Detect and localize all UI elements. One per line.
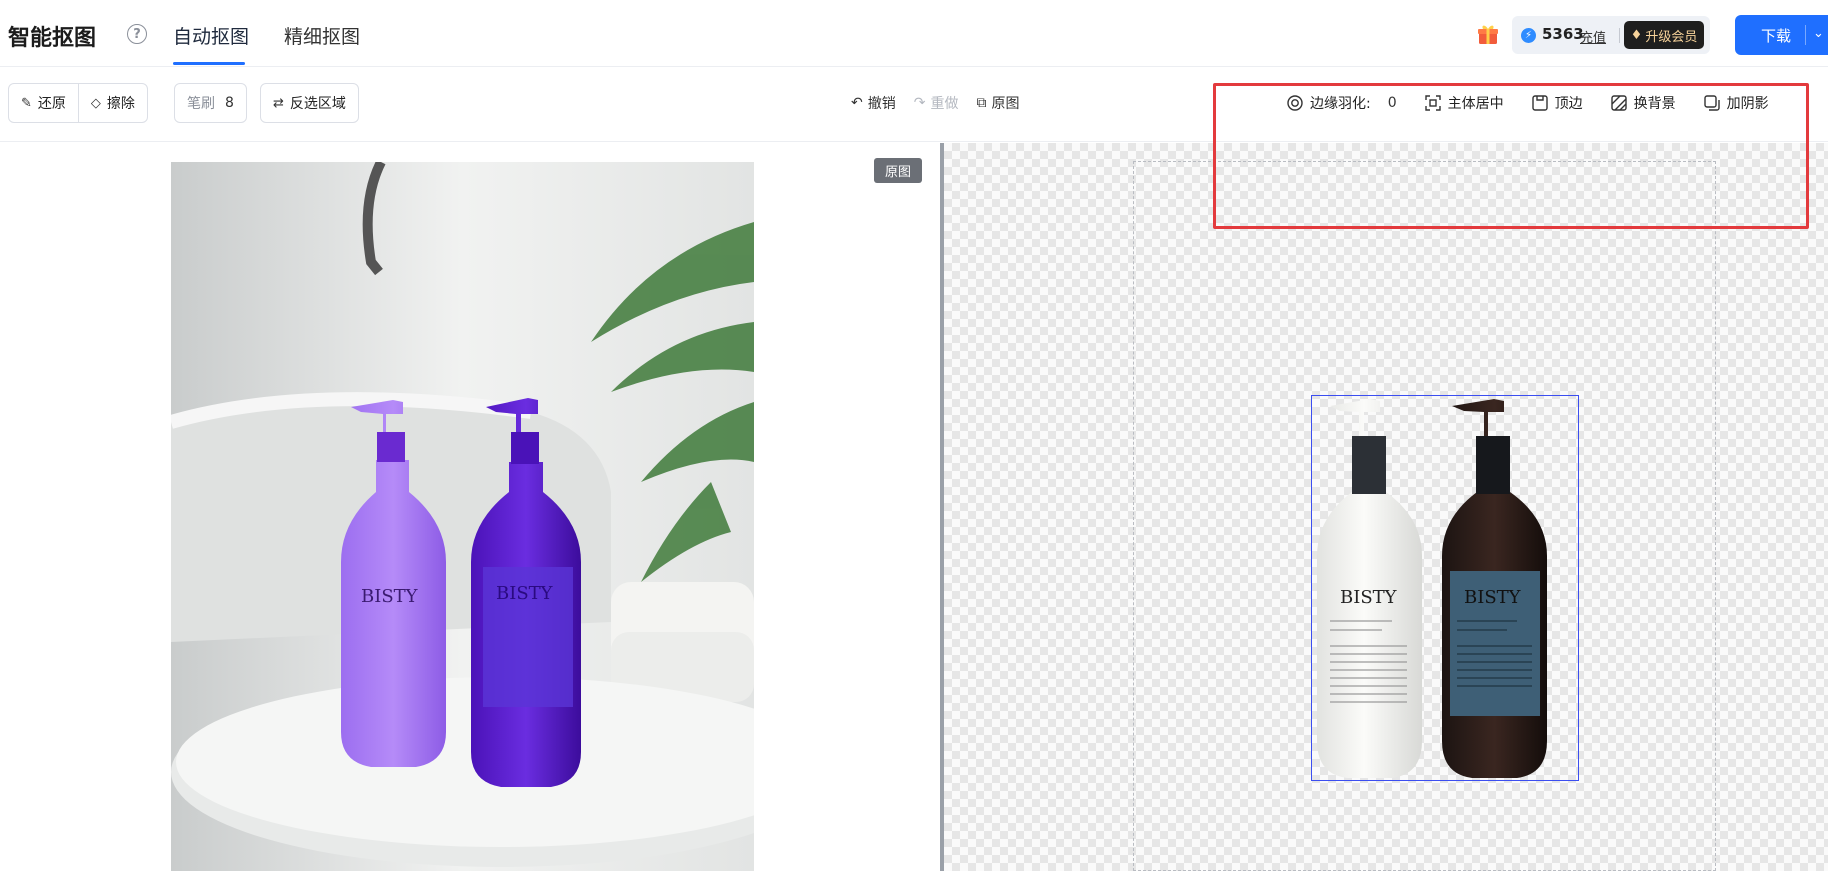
undo-label: 撤销 bbox=[867, 96, 896, 112]
center-focus-icon bbox=[1424, 95, 1441, 111]
brush-size-control[interactable]: 笔刷 8 bbox=[174, 83, 247, 123]
diamond-icon: ♦ bbox=[1630, 27, 1643, 43]
tab-fine-cutout[interactable]: 精细抠图 bbox=[284, 22, 360, 49]
invert-selection-group: ⇄ 反选区域 bbox=[260, 83, 359, 123]
restore-erase-group: ✎ 还原 ◇ 擦除 bbox=[8, 83, 148, 123]
invert-selection-button[interactable]: ⇄ 反选区域 bbox=[261, 84, 358, 122]
brush-label: 笔刷 bbox=[187, 96, 215, 112]
subject-selection-box[interactable]: BISTY BISTY bbox=[1311, 395, 1579, 781]
original-label: 原图 bbox=[991, 96, 1020, 112]
undo-button[interactable]: ↶ 撤销 bbox=[851, 93, 896, 113]
invert-label: 反选区域 bbox=[289, 96, 346, 112]
bottle-brand-right-2: BISTY bbox=[1464, 587, 1522, 608]
redo-button[interactable]: ↷ 重做 bbox=[914, 93, 959, 113]
bottle-brand-left-2: BISTY bbox=[496, 583, 554, 604]
redo-label: 重做 bbox=[930, 96, 959, 112]
recharge-link[interactable]: 充值 bbox=[1580, 27, 1606, 46]
top-edge-label: 顶边 bbox=[1554, 96, 1583, 112]
view-original-button[interactable]: ⧉ 原图 bbox=[976, 93, 1019, 113]
original-badge: 原图 bbox=[874, 158, 922, 183]
chevron-down-icon[interactable]: ⌄ bbox=[1813, 26, 1824, 41]
points-balance: 5363 bbox=[1542, 25, 1584, 43]
top-header: 智能抠图 ? 自动抠图 精细抠图 ⚡ 5363 充值 ♦ 升级会员 下载 ⌄ bbox=[0, 0, 1828, 67]
divider bbox=[1619, 28, 1620, 43]
button-separator bbox=[1805, 25, 1806, 45]
help-icon[interactable]: ? bbox=[127, 24, 147, 44]
eraser-icon: ◇ bbox=[90, 95, 101, 111]
restore-button[interactable]: ✎ 还原 bbox=[9, 84, 78, 122]
redo-icon: ↷ bbox=[913, 95, 926, 111]
top-edge-button[interactable]: 顶边 bbox=[1531, 93, 1583, 113]
active-tab-indicator bbox=[173, 62, 245, 65]
product-photo: BISTY BISTY bbox=[171, 162, 754, 871]
restore-label: 还原 bbox=[37, 96, 66, 112]
edge-feather-control[interactable]: 边缘羽化: 0 bbox=[1287, 93, 1397, 113]
download-label: 下载 bbox=[1761, 26, 1792, 45]
bottle-brand-left-1: BISTY bbox=[361, 586, 419, 607]
restore-brush-icon: ✎ bbox=[21, 95, 32, 111]
coin-icon: ⚡ bbox=[1521, 28, 1536, 43]
shadow-label: 加阴影 bbox=[1726, 96, 1769, 112]
erase-button[interactable]: ◇ 擦除 bbox=[77, 84, 147, 122]
tab-auto-cutout[interactable]: 自动抠图 bbox=[173, 22, 249, 49]
app-title: 智能抠图 bbox=[8, 26, 97, 51]
cutout-product: BISTY BISTY bbox=[1317, 399, 1547, 778]
output-tools: 边缘羽化: 0 主体居中 顶边 换背景 加阴影 bbox=[1287, 93, 1797, 113]
top-edge-icon bbox=[1531, 95, 1548, 111]
shadow-icon bbox=[1703, 95, 1720, 111]
add-shadow-button[interactable]: 加阴影 bbox=[1703, 93, 1769, 113]
change-bg-label: 换背景 bbox=[1633, 96, 1676, 112]
center-subject-button[interactable]: 主体居中 bbox=[1424, 93, 1504, 113]
original-photo: BISTY BISTY bbox=[171, 162, 754, 871]
change-background-button[interactable]: 换背景 bbox=[1610, 93, 1676, 113]
history-actions: ↶ 撤销 ↷ 重做 ⧉ 原图 bbox=[851, 93, 1019, 113]
bottle-brand-right-1: BISTY bbox=[1340, 587, 1398, 608]
result-canvas-pane: BISTY BISTY bbox=[944, 143, 1828, 871]
background-pattern-icon bbox=[1610, 95, 1627, 111]
original-image-icon: ⧉ bbox=[976, 95, 987, 111]
undo-icon: ↶ bbox=[851, 95, 863, 111]
edit-toolbar: ✎ 还原 ◇ 擦除 笔刷 8 ⇄ 反选区域 ↶ 撤销 ↷ 重做 ⧉ 原图 边缘羽… bbox=[0, 67, 1828, 142]
center-label: 主体居中 bbox=[1447, 96, 1504, 112]
feather-value[interactable]: 0 bbox=[1388, 95, 1397, 111]
original-image-pane: 原图 BISTY BISTY bbox=[0, 143, 940, 871]
gift-icon[interactable] bbox=[1476, 22, 1500, 46]
erase-label: 擦除 bbox=[106, 96, 135, 112]
feather-label: 边缘羽化: bbox=[1310, 96, 1371, 112]
points-panel: ⚡ 5363 充值 ♦ 升级会员 bbox=[1512, 16, 1710, 54]
swap-icon: ⇄ bbox=[273, 95, 284, 111]
download-button[interactable]: 下载 ⌄ bbox=[1735, 15, 1828, 55]
brush-size-value[interactable]: 8 bbox=[225, 95, 234, 111]
feather-target-icon bbox=[1287, 95, 1303, 111]
upgrade-vip-label: 升级会员 bbox=[1645, 29, 1698, 45]
upgrade-vip-button[interactable]: ♦ 升级会员 bbox=[1624, 21, 1704, 49]
